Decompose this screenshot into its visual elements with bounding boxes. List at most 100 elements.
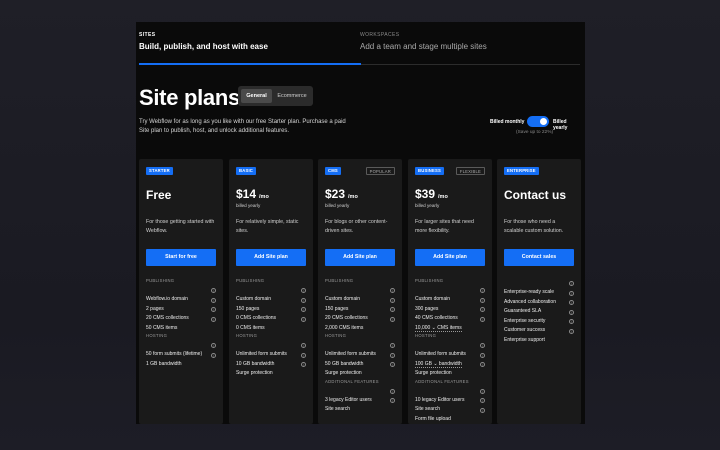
price-period: /mo [438, 194, 448, 200]
feature-label: 0 CMS items [236, 324, 265, 331]
plan-card-starter: STARTER Free For those getting started wit… [139, 159, 223, 424]
info-icon[interactable]: i [569, 281, 574, 286]
info-icon[interactable]: i [480, 362, 485, 367]
info-icon[interactable]: i [569, 319, 574, 324]
feature-row: Advanced collaboration i [504, 290, 574, 305]
plan-cta-button[interactable]: Add Site plan [236, 249, 306, 266]
tab-sites[interactable]: SITES Build, publish, and host with ease [139, 32, 268, 51]
plan-tag: POPULAR [365, 167, 395, 175]
feature-row: 3 legacy Editor users i [325, 388, 395, 403]
billed-monthly-label: Billed monthly [490, 119, 525, 125]
feature-row: 50 form submits (lifetime) i [146, 342, 216, 357]
info-icon[interactable]: i [211, 288, 216, 293]
info-icon[interactable]: i [211, 343, 216, 348]
billed-note: billed yearly [236, 203, 261, 208]
info-icon[interactable]: i [211, 316, 216, 322]
info-icon[interactable]: i [480, 297, 485, 303]
plan-card-cms: CMS POPULAR $23/mo billed yearly For blogs o… [318, 159, 402, 424]
plan-tag: FLEXIBLE [455, 167, 485, 175]
info-icon[interactable]: i [480, 398, 485, 403]
feature-row: 0 CMS items i [236, 316, 306, 331]
plan-price: $14/mo [236, 187, 269, 201]
info-icon[interactable]: i [390, 343, 395, 348]
plan-badge: ENTERPRISE [504, 167, 539, 175]
info-icon[interactable]: i [480, 407, 485, 413]
feature-row: 50 CMS items i [146, 316, 216, 331]
info-icon[interactable]: i [569, 309, 574, 315]
tab-workspaces[interactable]: WORKSPACES Add a team and stage multiple… [360, 32, 487, 51]
info-icon[interactable]: i [390, 288, 395, 293]
info-icon[interactable]: i [569, 290, 574, 296]
feature-row: Guaranteed SLA i [504, 299, 574, 314]
feature-row: 10 legacy Editor users i [415, 388, 485, 403]
info-icon[interactable]: i [480, 343, 485, 348]
section-title: ADDITIONAL FEATURES [325, 378, 379, 384]
info-icon[interactable]: i [301, 297, 306, 303]
feature-row: Unlimited form submits i [325, 342, 395, 357]
plan-type-segmented-control: General Ecommerce [238, 86, 313, 106]
plan-badge: STARTER [146, 167, 173, 175]
price-amount: $14 [236, 187, 257, 201]
plan-card-basic: BASIC $14/mo billed yearly For relatively s… [229, 159, 313, 424]
info-icon[interactable]: i [301, 307, 306, 312]
feature-row: 1 GB bandwidth i [146, 352, 216, 367]
info-icon[interactable]: i [390, 316, 395, 322]
info-icon[interactable]: i [569, 328, 574, 334]
info-icon[interactable]: i [480, 288, 485, 293]
plan-badge: BUSINESS [415, 167, 445, 175]
info-icon[interactable]: i [301, 316, 306, 322]
info-icon[interactable]: i [569, 300, 574, 305]
price-amount: $39 [415, 187, 436, 201]
save-note: (Save up to 22%) [516, 130, 554, 135]
info-icon[interactable]: i [480, 352, 485, 358]
billing-toggle[interactable] [527, 116, 549, 127]
segment-ecommerce[interactable]: Ecommerce [274, 89, 310, 103]
feature-row: 100 GB ⌄ bandwidth i [415, 352, 485, 368]
price-period: /mo [348, 194, 358, 200]
plan-cta-button[interactable]: Add Site plan [325, 249, 395, 266]
tab-workspaces-label: WORKSPACES [360, 32, 400, 38]
tab-sites-subtitle: Build, publish, and host with ease [139, 42, 268, 51]
plan-cta-button[interactable]: Contact sales [504, 249, 574, 266]
info-icon[interactable]: i [390, 388, 395, 394]
info-icon[interactable]: i [301, 343, 306, 348]
info-icon[interactable]: i [211, 307, 216, 312]
plan-card-enterprise: ENTERPRISE Contact us For those who need a… [497, 159, 581, 424]
toggle-knob [540, 118, 547, 125]
section-title: ADDITIONAL FEATURES [415, 378, 469, 384]
section-title: HOSTING [325, 333, 347, 338]
feature-row: Site search i [415, 397, 485, 412]
plan-cta-button[interactable]: Add Site plan [415, 249, 485, 266]
feature-row: Enterprise security i [504, 309, 574, 324]
info-icon[interactable]: i [211, 352, 216, 358]
plan-cta-button[interactable]: Start for free [146, 249, 216, 266]
section-title: HOSTING [146, 333, 168, 338]
feature-label: Form file upload [415, 415, 451, 422]
feature-row: 2,000 CMS items i [325, 316, 395, 331]
plan-title: Contact us [504, 188, 567, 202]
feature-label: 2,000 CMS items [325, 324, 364, 331]
info-icon[interactable]: i [390, 362, 395, 367]
info-icon[interactable]: i [390, 307, 395, 312]
info-icon[interactable]: i [301, 362, 306, 367]
feature-label: Surge protection [236, 370, 273, 376]
feature-label[interactable]: 10,000 ⌄ CMS items [415, 324, 462, 332]
info-icon[interactable]: i [480, 316, 485, 322]
tab-workspaces-subtitle: Add a team and stage multiple sites [360, 42, 487, 51]
feature-row: Enterprise support i [504, 328, 574, 343]
info-icon[interactable]: i [390, 352, 395, 358]
info-icon[interactable]: i [211, 297, 216, 303]
info-icon[interactable]: i [301, 352, 306, 358]
info-icon[interactable]: i [480, 388, 485, 394]
feature-row: Enterprise-ready scale i [504, 280, 574, 295]
feature-row: 10,000 ⌄ CMS items i [415, 316, 485, 332]
pricing-panel: SITES Build, publish, and host with ease… [136, 22, 585, 424]
info-icon[interactable]: i [390, 297, 395, 303]
segment-general[interactable]: General [241, 89, 272, 103]
feature-row: 20 CMS collections i [146, 306, 216, 321]
info-icon[interactable]: i [480, 307, 485, 312]
info-icon[interactable]: i [301, 288, 306, 293]
info-icon[interactable]: i [390, 398, 395, 403]
plan-description: For larger sites that need more flexibil… [415, 219, 474, 234]
feature-label: Site search [325, 406, 351, 412]
